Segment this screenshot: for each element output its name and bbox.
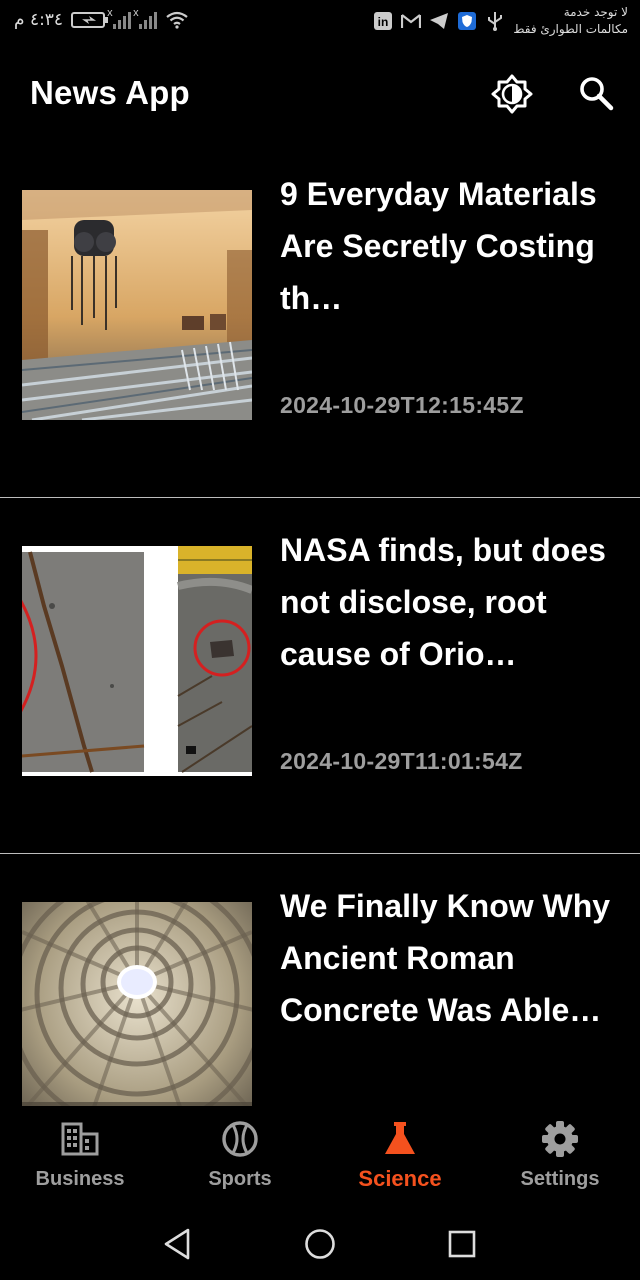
app-bar: News App — [0, 46, 640, 142]
ball-icon — [222, 1121, 258, 1157]
signal-icon: x — [107, 7, 132, 29]
article-list[interactable]: 9 Everyday Materials Are Secretly Costin… — [0, 142, 640, 1106]
article-thumbnail-steel-factory[interactable] — [22, 190, 252, 420]
article-date: 2024-10-29T12:15:45Z — [280, 392, 524, 418]
battery-icon — [71, 12, 109, 28]
article-title[interactable]: NASA finds, but does not disclose, root … — [280, 524, 625, 680]
linkedin-icon: in — [373, 11, 393, 31]
wifi-icon — [166, 11, 188, 29]
carrier-line-2: مكالمات الطوارئ فقط — [513, 22, 628, 36]
telegram-icon — [429, 11, 449, 31]
flask-icon — [385, 1122, 415, 1154]
status-time: ٤:٣٤ م — [14, 10, 64, 30]
app-title: News App — [30, 74, 190, 111]
search-icon — [580, 77, 614, 111]
signal-icon: x — [133, 7, 158, 29]
building-icon — [61, 1122, 99, 1156]
nav-label: Settings — [520, 1168, 600, 1190]
article-card[interactable]: NASA finds, but does not disclose, root … — [0, 498, 640, 854]
usb-icon — [485, 11, 505, 31]
back-icon[interactable] — [160, 1226, 196, 1262]
article-card[interactable]: We Finally Know Why Ancient Roman Concre… — [0, 854, 640, 1106]
brightness-icon — [491, 74, 533, 114]
carrier-line-1: لا توجد خدمة — [563, 5, 628, 19]
svg-text:in: in — [378, 15, 389, 29]
article-thumbnail-pantheon-dome[interactable] — [22, 902, 252, 1106]
nav-item-business[interactable]: Business — [0, 1106, 160, 1206]
article-title[interactable]: 9 Everyday Materials Are Secretly Costin… — [280, 168, 625, 324]
nav-label: Sports — [208, 1168, 272, 1190]
gear-icon — [542, 1121, 578, 1157]
nav-item-settings[interactable]: Settings — [480, 1106, 640, 1206]
article-title[interactable]: We Finally Know Why Ancient Roman Concre… — [280, 880, 625, 1036]
nav-label: Business — [35, 1168, 125, 1190]
system-navigation-bar — [0, 1206, 640, 1280]
bottom-navigation: Business Sports Science Settings — [0, 1106, 640, 1206]
gmail-icon — [401, 11, 422, 31]
carrier-text: لا توجد خدمة مكالمات الطوارئ فقط — [513, 4, 628, 38]
status-bar: ٤:٣٤ م x x in لا توجد خدمة مكالمات الطوا… — [0, 0, 640, 46]
nav-item-sports[interactable]: Sports — [160, 1106, 320, 1206]
shield-icon — [457, 11, 477, 31]
nav-label: Science — [358, 1166, 442, 1191]
search-button[interactable] — [576, 74, 616, 114]
recents-icon[interactable] — [444, 1226, 480, 1262]
article-card[interactable]: 9 Everyday Materials Are Secretly Costin… — [0, 142, 640, 498]
article-thumbnail-heat-shield[interactable] — [22, 546, 252, 776]
theme-toggle-button[interactable] — [490, 74, 534, 114]
nav-item-science[interactable]: Science — [320, 1106, 480, 1206]
article-date: 2024-10-29T11:01:54Z — [280, 748, 523, 774]
home-icon[interactable] — [302, 1226, 338, 1262]
